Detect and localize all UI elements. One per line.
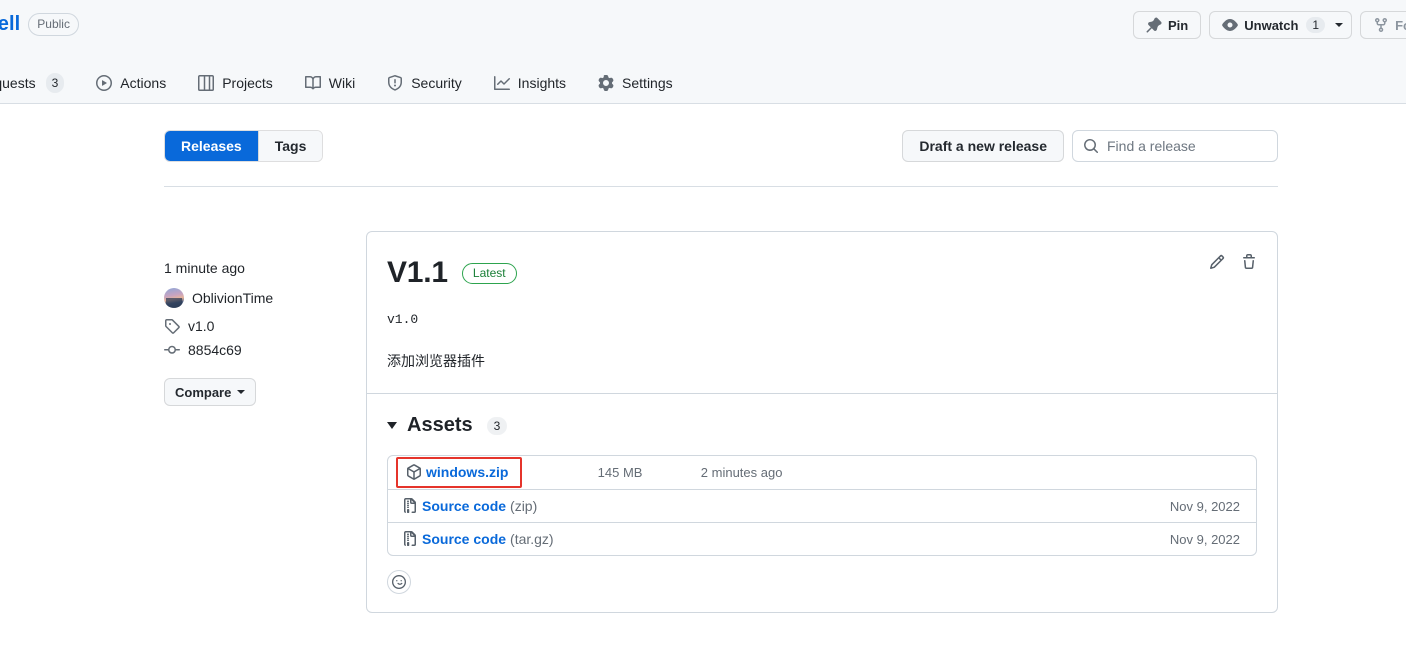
tab-releases[interactable]: Releases bbox=[165, 131, 258, 161]
eye-icon bbox=[1222, 17, 1239, 33]
release-card: V1.1 Latest v1.0 添加浏览器插件 Assets 3 window… bbox=[366, 231, 1278, 613]
draft-new-release-button[interactable]: Draft a new release bbox=[902, 130, 1064, 162]
play-icon bbox=[96, 75, 113, 91]
latest-badge: Latest bbox=[461, 262, 517, 284]
chevron-down-icon bbox=[237, 390, 246, 394]
release-commit[interactable]: 8854c69 bbox=[164, 342, 364, 358]
asset-suffix: (tar.gz) bbox=[510, 531, 554, 547]
release-published-date: 1 minute ago bbox=[164, 260, 245, 276]
releases-toolbar: Releases Tags Draft a new release bbox=[164, 130, 1278, 162]
table-row[interactable]: windows.zip 145 MB 2 minutes ago bbox=[388, 456, 1256, 489]
pin-button[interactable]: Pin bbox=[1133, 11, 1202, 39]
nav-label: Actions bbox=[120, 75, 167, 91]
nav-item-projects[interactable]: Projects bbox=[182, 68, 289, 98]
compare-label: Compare bbox=[175, 384, 232, 400]
nav-label: Wiki bbox=[328, 75, 356, 91]
unwatch-button[interactable]: Unwatch 1 bbox=[1209, 11, 1353, 39]
asset-name-cell[interactable]: windows.zip bbox=[396, 457, 523, 488]
visibility-badge: Public bbox=[28, 13, 79, 36]
nav-item-pull-requests[interactable]: ull requests 3 bbox=[0, 68, 80, 98]
unwatch-label: Unwatch bbox=[1244, 17, 1299, 33]
releases-tags-segmented: Releases Tags bbox=[164, 130, 324, 162]
watch-count: 1 bbox=[1306, 17, 1326, 33]
repo-nav: ull requests 3 Actions Projects Wiki bbox=[0, 66, 689, 100]
asset-link[interactable]: Source code bbox=[422, 498, 506, 514]
gear-icon bbox=[598, 75, 614, 91]
repo-name-link[interactable]: teShell bbox=[0, 13, 20, 36]
edit-release-button[interactable] bbox=[1209, 254, 1225, 270]
tag-icon bbox=[164, 318, 180, 334]
nav-item-wiki[interactable]: Wiki bbox=[289, 68, 371, 98]
avatar bbox=[164, 288, 184, 308]
release-author-name: OblivionTime bbox=[192, 290, 274, 306]
table-row[interactable]: Source code (zip) Nov 9, 2022 bbox=[388, 489, 1256, 522]
pin-icon bbox=[1146, 17, 1162, 33]
toolbar-divider bbox=[164, 186, 1278, 187]
fork-label: Fo bbox=[1395, 17, 1406, 33]
nav-label: Security bbox=[411, 75, 462, 91]
fork-button[interactable]: Fo bbox=[1360, 11, 1406, 39]
release-body-code: v1.0 bbox=[387, 312, 419, 327]
fork-icon bbox=[1373, 17, 1389, 33]
graph-icon bbox=[493, 75, 510, 91]
asset-name-cell[interactable]: Source code (tar.gz) bbox=[402, 531, 980, 547]
file-zip-icon bbox=[402, 531, 418, 547]
asset-name-cell[interactable]: Source code (zip) bbox=[402, 498, 980, 514]
reactions-area bbox=[367, 556, 1277, 612]
repo-header: teShell Public ull requests 3 Actions Pr… bbox=[0, 0, 1406, 104]
asset-date: Nov 9, 2022 bbox=[1169, 531, 1240, 547]
repo-title-row: teShell Public bbox=[0, 13, 79, 36]
release-tag-label: v1.0 bbox=[188, 318, 215, 334]
assets-section: Assets 3 windows.zip 145 MB 2 minutes ag… bbox=[367, 394, 1277, 556]
nav-item-actions[interactable]: Actions bbox=[80, 68, 182, 98]
table-icon bbox=[198, 75, 215, 91]
asset-link[interactable]: Source code bbox=[422, 531, 506, 547]
book-icon bbox=[304, 75, 321, 91]
chevron-down-icon bbox=[1335, 23, 1344, 27]
nav-label: Insights bbox=[517, 75, 567, 91]
commit-icon bbox=[164, 342, 180, 358]
nav-label: ull requests bbox=[0, 75, 36, 91]
assets-header[interactable]: Assets 3 bbox=[387, 414, 1257, 437]
assets-count-badge: 3 bbox=[486, 416, 508, 435]
release-title-row: V1.1 Latest bbox=[387, 256, 1253, 290]
toolbar-right: Draft a new release bbox=[902, 130, 1278, 162]
nav-item-insights[interactable]: Insights bbox=[478, 68, 582, 98]
triangle-down-icon bbox=[387, 422, 397, 429]
release-body: V1.1 Latest v1.0 添加浏览器插件 bbox=[367, 232, 1277, 393]
asset-date: 2 minutes ago bbox=[700, 465, 783, 480]
release-title: V1.1 bbox=[387, 256, 448, 289]
search-icon bbox=[1083, 138, 1099, 154]
file-zip-icon bbox=[402, 498, 418, 514]
release-author[interactable]: OblivionTime bbox=[164, 288, 364, 308]
asset-suffix: (zip) bbox=[510, 498, 538, 514]
asset-link[interactable]: windows.zip bbox=[426, 464, 508, 480]
release-tag[interactable]: v1.0 bbox=[164, 318, 364, 334]
delete-release-button[interactable] bbox=[1241, 254, 1257, 270]
assets-title: Assets bbox=[407, 414, 473, 436]
nav-count: 3 bbox=[45, 73, 65, 93]
compare-button[interactable]: Compare bbox=[164, 378, 257, 406]
release-body-text: 添加浏览器插件 bbox=[387, 353, 485, 369]
nav-item-security[interactable]: Security bbox=[371, 68, 478, 98]
nav-label: Settings bbox=[622, 75, 673, 91]
asset-size: 145 MB bbox=[597, 465, 643, 480]
package-icon bbox=[406, 464, 422, 480]
find-release-search[interactable] bbox=[1072, 130, 1278, 162]
pin-label: Pin bbox=[1168, 17, 1189, 33]
shield-icon bbox=[387, 75, 403, 91]
nav-item-settings[interactable]: Settings bbox=[582, 68, 689, 98]
nav-label: Projects bbox=[222, 75, 273, 91]
tab-tags[interactable]: Tags bbox=[257, 131, 323, 161]
release-card-actions bbox=[1209, 254, 1257, 270]
release-commit-sha: 8854c69 bbox=[188, 342, 242, 358]
header-actions: Pin Unwatch 1 Fo bbox=[1133, 11, 1406, 39]
search-input[interactable] bbox=[1107, 138, 1267, 154]
asset-date: Nov 9, 2022 bbox=[1169, 498, 1240, 514]
release-meta-sidebar: 1 minute ago OblivionTime v1.0 8854c69 C… bbox=[164, 260, 364, 406]
add-reaction-button[interactable] bbox=[387, 570, 411, 594]
table-row[interactable]: Source code (tar.gz) Nov 9, 2022 bbox=[388, 522, 1256, 555]
assets-table: windows.zip 145 MB 2 minutes ago Source … bbox=[387, 455, 1257, 556]
